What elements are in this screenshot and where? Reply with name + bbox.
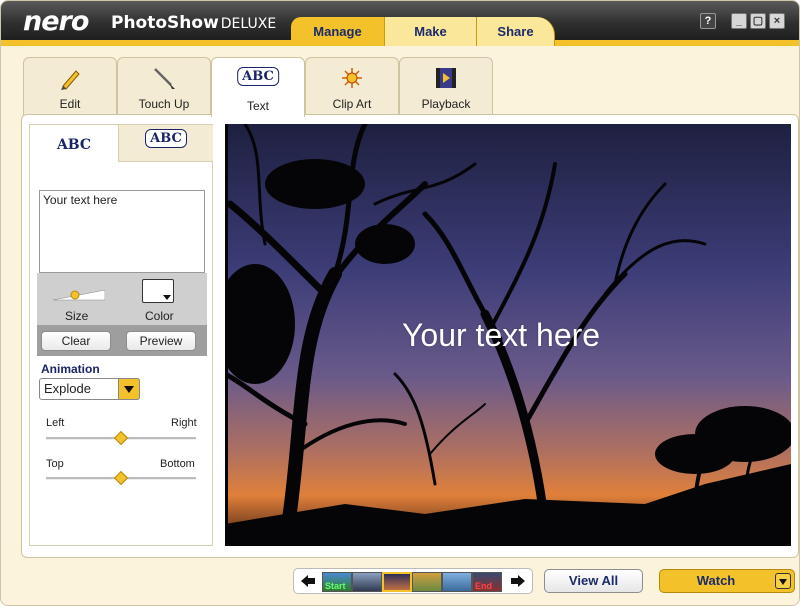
right-label: Right: [171, 417, 197, 429]
pencil-icon: [61, 70, 80, 90]
filmstrip-thumbnail[interactable]: [412, 572, 442, 592]
filmstrip-thumbnail[interactable]: End: [472, 572, 502, 592]
left-label: Left: [46, 417, 65, 429]
size-label: Size: [65, 309, 89, 323]
text-style-controls: Size Color Clear Preview: [37, 273, 207, 356]
product-title: PhotoShow: [111, 13, 219, 33]
tool-tab-text[interactable]: ABC Text: [211, 57, 305, 117]
tool-tab-label: Touch Up: [138, 97, 190, 111]
color-label: Color: [145, 309, 174, 323]
film-play-icon: [436, 68, 456, 88]
text-options-panel: ABC ABC Your text here Size Color Clear …: [29, 124, 213, 546]
restore-button[interactable]: ▢: [750, 13, 766, 29]
view-all-button[interactable]: View All: [544, 569, 643, 593]
chevron-down-icon[interactable]: [775, 573, 791, 589]
top-label: Top: [46, 458, 64, 470]
product-name: PhotoShow DELUXE: [111, 13, 276, 33]
window-controls: ? _ ▢ ×: [700, 13, 785, 29]
watch-button[interactable]: Watch: [659, 569, 795, 593]
vertical-slider-thumb[interactable]: [113, 470, 129, 486]
tool-tab-clip-art[interactable]: Clip Art: [305, 57, 399, 115]
main-tabs: Manage Make Share: [285, 17, 585, 46]
tool-tab-edit[interactable]: Edit: [23, 57, 117, 115]
animation-label: Animation: [41, 362, 100, 376]
tool-tab-label: Text: [246, 99, 269, 113]
help-button[interactable]: ?: [700, 13, 716, 29]
filmstrip: Start End: [293, 568, 533, 594]
tool-tab-touch-up[interactable]: Touch Up: [117, 57, 211, 115]
filmstrip-thumbnail[interactable]: Start: [322, 572, 352, 592]
brush-icon: [154, 68, 175, 89]
tab-manage[interactable]: Manage: [291, 17, 385, 46]
tool-tab-playback[interactable]: Playback: [399, 57, 493, 115]
clear-button[interactable]: Clear: [41, 331, 111, 351]
color-picker[interactable]: [142, 279, 174, 303]
arrow-right-icon[interactable]: [510, 574, 526, 588]
bottom-label: Bottom: [160, 458, 195, 470]
subtab-bubble-text[interactable]: ABC: [118, 125, 213, 162]
tab-share[interactable]: Share: [477, 17, 555, 46]
star-burst-icon: [342, 68, 362, 88]
action-strip: Clear Preview: [37, 325, 207, 356]
tab-make[interactable]: Make: [385, 17, 477, 46]
app-window: nero PhotoShow DELUXE ? _ ▢ × Manage Make…: [0, 0, 800, 606]
abc-speech-bubble-icon: ABC: [237, 67, 279, 86]
filmstrip-thumbnail-selected[interactable]: [382, 572, 412, 592]
animation-value: Explode: [44, 381, 91, 396]
horizontal-slider-thumb[interactable]: [113, 430, 129, 446]
tool-tab-label: Edit: [59, 97, 81, 111]
animation-select[interactable]: Explode: [39, 378, 140, 400]
text-input[interactable]: Your text here: [39, 190, 205, 273]
filmstrip-thumbnail[interactable]: [352, 572, 382, 592]
product-edition: DELUXE: [220, 16, 277, 32]
watch-label: Watch: [696, 573, 736, 588]
chevron-down-icon[interactable]: [118, 378, 140, 400]
subtab-plain-text[interactable]: ABC: [30, 125, 118, 162]
nero-logo: nero: [23, 6, 89, 37]
arrow-left-icon[interactable]: [300, 574, 316, 588]
minimize-button[interactable]: _: [731, 13, 747, 29]
photo-preview[interactable]: Your text here: [225, 124, 791, 546]
preview-button[interactable]: Preview: [126, 331, 196, 351]
end-label: End: [475, 581, 492, 591]
size-slider-icon[interactable]: [53, 287, 105, 301]
close-button[interactable]: ×: [769, 13, 785, 29]
abc-speech-bubble-icon: ABC: [145, 129, 187, 148]
tool-tab-label: Playback: [421, 97, 471, 111]
filmstrip-thumbnail[interactable]: [442, 572, 472, 592]
tool-tab-label: Clip Art: [332, 97, 372, 111]
start-label: Start: [325, 581, 346, 591]
overlay-text[interactable]: Your text here: [402, 317, 600, 354]
